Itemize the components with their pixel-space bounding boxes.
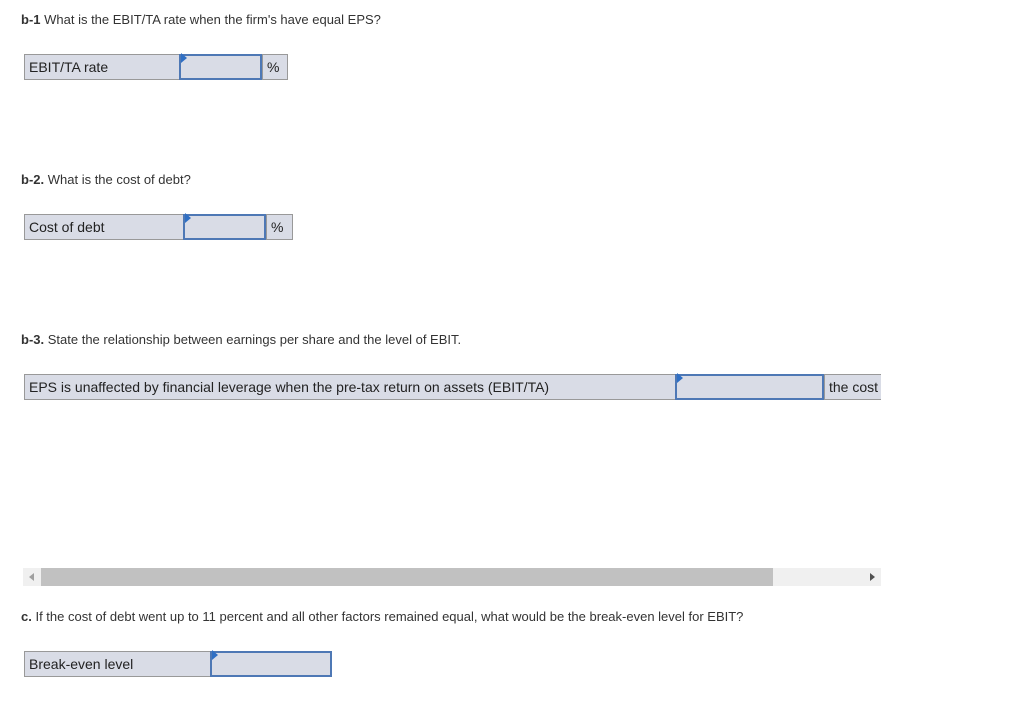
ebit-ta-rate-unit: % (262, 55, 288, 79)
break-even-row: Break-even level (24, 651, 332, 677)
question-b2: b-2. What is the cost of debt? (21, 172, 191, 187)
scroll-right-arrow-icon[interactable] (870, 573, 875, 581)
cost-of-debt-input[interactable] (183, 214, 266, 240)
question-c: c. If the cost of debt went up to 11 per… (21, 609, 743, 624)
question-b1: b-1 What is the EBIT/TA rate when the fi… (21, 12, 381, 27)
cost-of-debt-row: Cost of debt % (24, 214, 293, 240)
scrollbar-thumb[interactable] (41, 568, 773, 586)
eps-relationship-label: EPS is unaffected by financial leverage … (24, 375, 675, 399)
ebit-ta-rate-label: EBIT/TA rate (24, 55, 179, 79)
question-b3-prefix: b-3. (21, 332, 45, 347)
eps-relationship-row: EPS is unaffected by financial leverage … (24, 374, 881, 400)
question-b3: b-3. State the relationship between earn… (21, 332, 461, 347)
scroll-left-arrow-icon[interactable] (29, 573, 34, 581)
break-even-input[interactable] (210, 651, 332, 677)
eps-relationship-input[interactable] (675, 374, 824, 400)
break-even-label: Break-even level (24, 652, 210, 676)
question-b1-text: What is the EBIT/TA rate when the firm's… (40, 12, 381, 27)
question-b2-text: What is the cost of debt? (44, 172, 191, 187)
ebit-ta-rate-row: EBIT/TA rate % (24, 54, 288, 80)
eps-relationship-suffix: the cost (824, 375, 881, 399)
cost-of-debt-unit: % (266, 215, 293, 239)
question-b2-prefix: b-2. (21, 172, 45, 187)
question-c-text: If the cost of debt went up to 11 percen… (31, 609, 744, 624)
ebit-ta-rate-input[interactable] (179, 54, 262, 80)
cost-of-debt-label: Cost of debt (24, 215, 183, 239)
horizontal-scrollbar[interactable] (23, 568, 881, 586)
question-b3-text: State the relationship between earnings … (44, 332, 462, 347)
question-c-prefix: c. (21, 609, 32, 624)
question-b1-prefix: b-1 (21, 12, 41, 27)
